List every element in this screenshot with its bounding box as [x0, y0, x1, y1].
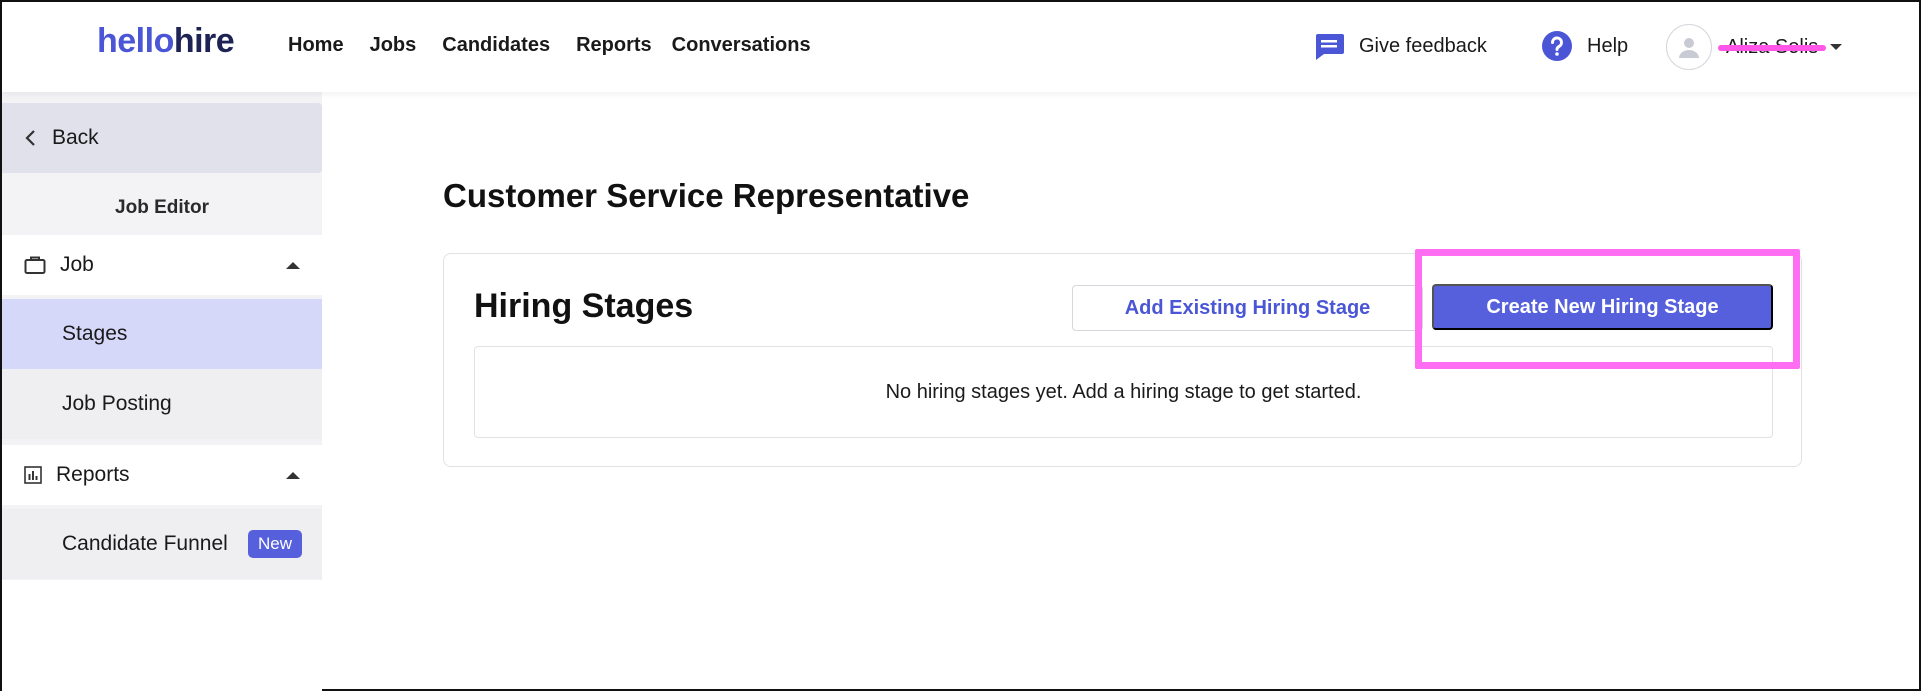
- back-button[interactable]: Back: [2, 103, 322, 173]
- nav-candidates[interactable]: Candidates: [442, 34, 550, 57]
- chevron-left-icon: [24, 129, 38, 147]
- main-nav: Home Jobs Candidates Reports Conversatio…: [288, 34, 837, 57]
- page-title: Customer Service Representative: [443, 177, 970, 214]
- user-menu[interactable]: Aliza Solis: [1666, 24, 1843, 70]
- sidebar: Back Job Editor Job Stages Job Posting R…: [2, 92, 322, 691]
- top-navigation-bar: hellohire Home Jobs Candidates Reports C…: [2, 2, 1919, 92]
- sidebar-item-job-posting[interactable]: Job Posting: [2, 369, 322, 439]
- user-silhouette-icon: [1679, 38, 1699, 58]
- hiring-stages-title: Hiring Stages: [474, 287, 694, 325]
- help-button[interactable]: Help: [1541, 30, 1628, 62]
- sidebar-group-job[interactable]: Job: [2, 235, 322, 295]
- job-editor-title: Job Editor: [115, 197, 209, 218]
- give-feedback-label: Give feedback: [1359, 34, 1487, 57]
- sidebar-item-candidate-funnel[interactable]: Candidate Funnel New: [2, 509, 322, 579]
- help-label: Help: [1587, 34, 1629, 57]
- sidebar-group-job-label: Job: [60, 253, 94, 276]
- bar-chart-icon: [24, 466, 42, 484]
- nav-reports[interactable]: Reports: [576, 34, 652, 57]
- empty-state: No hiring stages yet. Add a hiring stage…: [474, 346, 1773, 438]
- empty-state-message: No hiring stages yet. Add a hiring stage…: [885, 380, 1362, 403]
- chevron-down-icon[interactable]: [1830, 44, 1843, 50]
- chevron-up-icon[interactable]: [286, 261, 300, 269]
- logo-text-hire: hire: [173, 22, 235, 60]
- sidebar-empty-area: [2, 580, 322, 691]
- chevron-up-icon[interactable]: [286, 471, 300, 479]
- redaction-mark: [1718, 44, 1826, 51]
- sidebar-item-stages[interactable]: Stages: [2, 299, 322, 369]
- hiring-stages-card: Hiring Stages Add Existing Hiring Stage …: [443, 253, 1802, 467]
- chat-icon: [1313, 30, 1345, 62]
- nav-home[interactable]: Home: [288, 34, 344, 57]
- nav-conversations[interactable]: Conversations: [672, 34, 811, 57]
- sidebar-group-reports[interactable]: Reports: [2, 445, 322, 505]
- new-badge: New: [247, 530, 302, 558]
- sidebar-item-job-posting-label: Job Posting: [62, 392, 172, 415]
- sidebar-group-reports-label: Reports: [56, 463, 130, 486]
- hellohire-logo[interactable]: hellohire: [97, 22, 235, 61]
- back-label: Back: [52, 126, 99, 149]
- user-name: Aliza Solis: [1718, 36, 1826, 59]
- briefcase-icon: [24, 255, 46, 275]
- avatar[interactable]: [1666, 24, 1712, 70]
- question-circle-icon: [1541, 30, 1573, 62]
- give-feedback-button[interactable]: Give feedback: [1313, 30, 1487, 62]
- create-new-hiring-stage-button[interactable]: Create New Hiring Stage: [1432, 284, 1773, 330]
- nav-jobs[interactable]: Jobs: [370, 34, 417, 57]
- sidebar-item-stages-label: Stages: [62, 322, 128, 345]
- logo-text-hello: hello: [97, 22, 174, 60]
- sidebar-item-candidate-funnel-label: Candidate Funnel: [62, 532, 228, 555]
- add-existing-hiring-stage-button[interactable]: Add Existing Hiring Stage: [1072, 285, 1423, 331]
